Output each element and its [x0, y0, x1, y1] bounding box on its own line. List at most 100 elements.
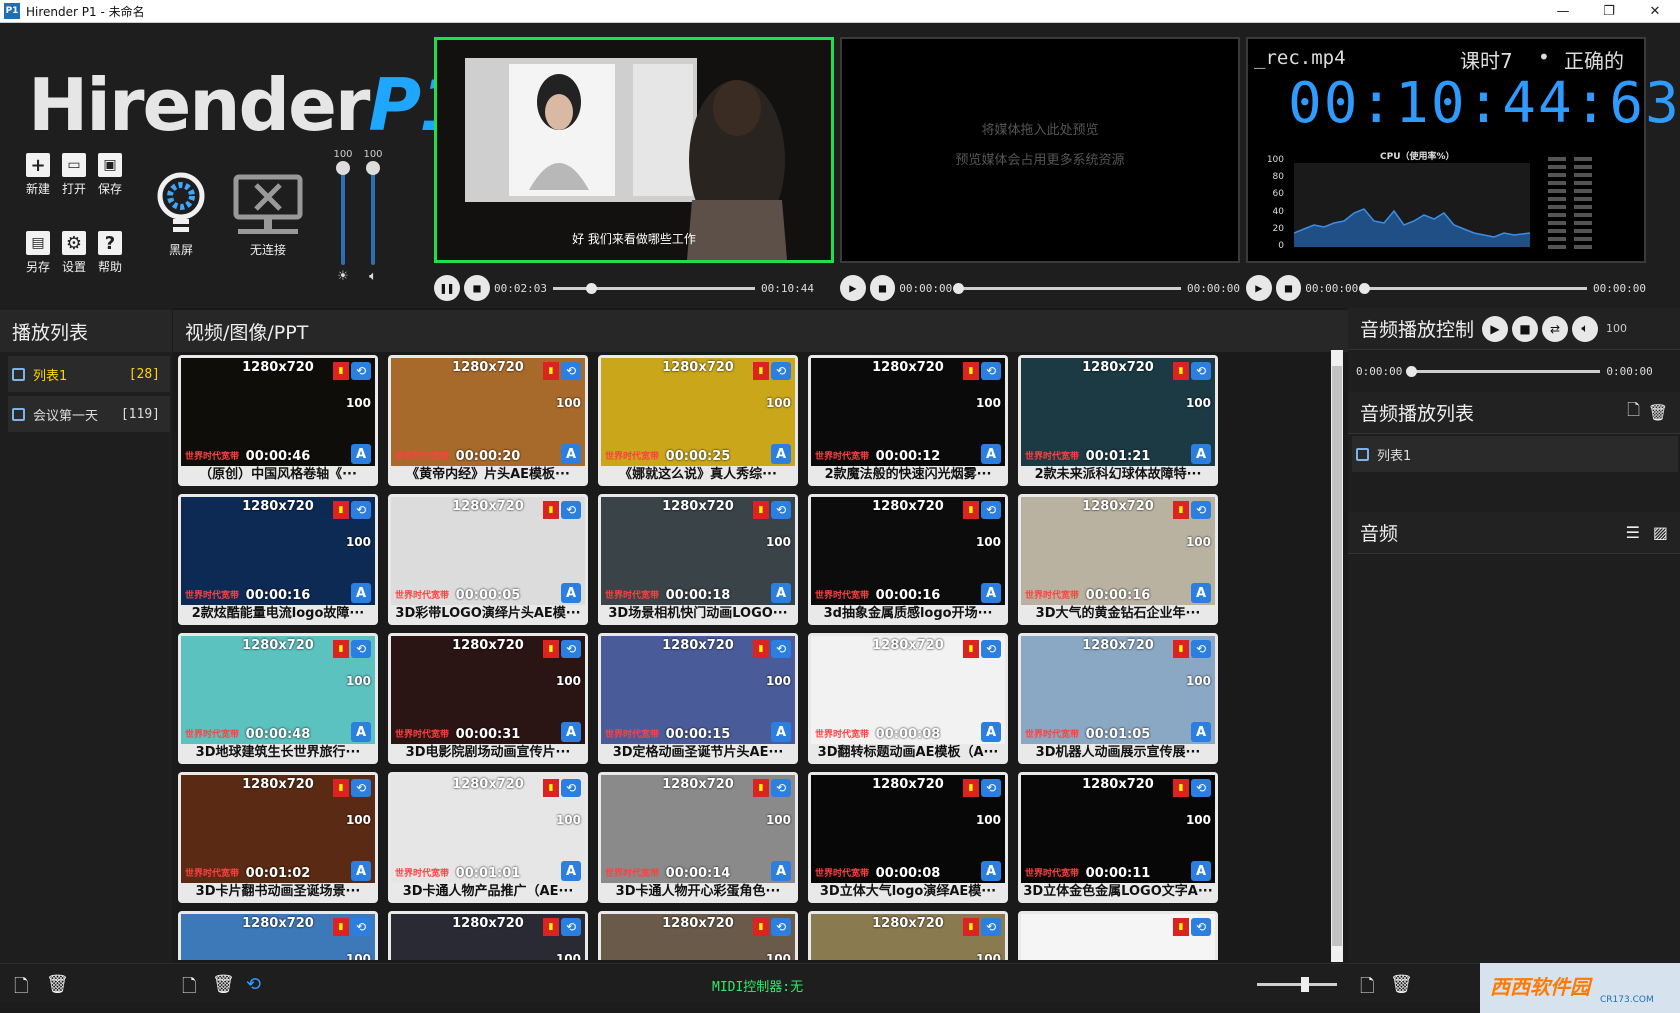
loop-icon[interactable]: ⟲	[771, 501, 791, 519]
output-screen[interactable]: 好 我们来看做哪些工作	[434, 37, 834, 263]
audio-play-button[interactable]: ▶	[1482, 315, 1509, 342]
media-card[interactable]: 1280x720 ▮ ⟲ 100 世界时代宽带 00:00:48 A 3D地球建筑生长世界旅行…	[178, 633, 378, 764]
auto-icon[interactable]: A	[1191, 722, 1211, 742]
media-card[interactable]: 1280x720 ▮ ⟲ 100 世界时代宽带 00:00:20 A 《黄帝内经》片头AE模板…	[388, 355, 588, 486]
auto-icon[interactable]: A	[981, 583, 1001, 603]
scrollbar-thumb[interactable]	[1332, 366, 1342, 946]
volume-slider-knob[interactable]	[366, 161, 380, 175]
loop-icon[interactable]: ⟲	[771, 918, 791, 936]
media-card[interactable]: 1280x720 ▮ ⟲ 100 世界时代宽带 00:00:25 A 《娜就这么说》真人秀综·…	[598, 355, 798, 486]
playlist-item-1[interactable]: 列表1 [28]	[8, 356, 170, 392]
media-card[interactable]: 1280x720 ▮ ⟲ 100 世界时代宽带 00:00:18 A 3D场景相机快门动画LO…	[598, 494, 798, 625]
loop-icon[interactable]: ⟲	[981, 779, 1001, 797]
loop-icon[interactable]: ⟲	[561, 779, 581, 797]
play-button[interactable]: ▶	[1246, 275, 1272, 301]
auto-icon[interactable]: A	[561, 444, 581, 464]
media-card[interactable]: 1280x720 ▮ ⟲ 100 世界时代宽带 00:00:31 A 3D电影院剧场动画宣传片…	[388, 633, 588, 764]
auto-icon[interactable]: A	[771, 861, 791, 881]
trash-icon[interactable]: 🗑	[212, 974, 235, 995]
restore-button[interactable]: ❐	[1586, 0, 1632, 23]
trash-icon[interactable]: 🗑	[46, 974, 69, 995]
auto-icon[interactable]: A	[771, 444, 791, 464]
brightness-slider-knob[interactable]	[336, 161, 350, 175]
audio-loop-button[interactable]: ⇄	[1542, 315, 1569, 342]
output-progress-bar[interactable]	[552, 282, 755, 294]
volume-slider[interactable]: 100 🔈︎	[363, 149, 382, 301]
media-card[interactable]: 1280x720 ▮ ⟲ 100 世界时代宽带 00:00:16 A 2款炫酷能量电流logo…	[178, 494, 378, 625]
zoom-slider[interactable]	[1257, 977, 1337, 992]
auto-icon[interactable]: A	[771, 722, 791, 742]
audio-volume-button[interactable]: 🔈︎	[1572, 315, 1599, 342]
loop-icon[interactable]: ⟲	[981, 918, 1001, 936]
loop-icon[interactable]: ⟲	[561, 918, 581, 936]
auto-icon[interactable]: A	[1191, 444, 1211, 464]
loop-icon[interactable]: ⟲	[351, 501, 371, 519]
media-card[interactable]: 1280x720 ▮ ⟲ 100 世界时代宽带 00:00:08 A 3D立体大气logo演绎…	[808, 772, 1008, 903]
media-card[interactable]: 1280x720 ▮ ⟲ 100 世界时代宽带 00:01:05 A 3D机器人动画展示宣传展…	[1018, 633, 1218, 764]
loop-icon[interactable]: ⟲	[561, 362, 581, 380]
loop-icon[interactable]: ⟲	[981, 362, 1001, 380]
loop-icon[interactable]: ⟲	[1191, 501, 1211, 519]
help-button[interactable]: ? 帮助	[90, 231, 130, 275]
media-card[interactable]: 1280x720 ▮ ⟲ 100 世界时代宽带 00:00:14 A 3D卡通人物开心彩蛋角色…	[598, 772, 798, 903]
trash-icon[interactable]: 🗑	[1648, 403, 1668, 422]
new-button[interactable]: + 新建	[18, 153, 58, 197]
monitor-progress-bar[interactable]	[1359, 282, 1588, 294]
loop-icon[interactable]: ⟲	[1191, 918, 1211, 936]
media-card[interactable]: 1280x720 ▮ ⟲ 100 世界时代宽带 00:00:46 A （原创）中国风格卷轴《·…	[178, 355, 378, 486]
media-card[interactable]: 1280x720 ▮ ⟲ 100 世界时代宽带 00:00:16 A 3d抽象金属质感logo…	[808, 494, 1008, 625]
open-button[interactable]: ▭ 打开	[54, 153, 94, 197]
media-card[interactable]: 1280x720▮⟲100A	[178, 911, 378, 960]
audio-list-item-1[interactable]: 列表1	[1352, 436, 1678, 472]
zoom-slider-knob[interactable]	[1301, 977, 1309, 992]
auto-icon[interactable]: A	[981, 722, 1001, 742]
auto-icon[interactable]: A	[771, 583, 791, 603]
media-card[interactable]: 1280x720 ▮ ⟲ 100 世界时代宽带 00:00:15 A 3D定格动画圣诞节片头A…	[598, 633, 798, 764]
media-card[interactable]: 1280x720 ▮ ⟲ 世界时代宽带 00:00:08 A 3D翻转标题动画AE模板（A·…	[808, 633, 1008, 764]
playlist-item-2[interactable]: 会议第一天 [119]	[8, 396, 170, 432]
media-card[interactable]: 1280x720▮⟲100A	[598, 911, 798, 960]
add-file-icon[interactable]: 🗋	[1627, 399, 1640, 426]
media-card[interactable]: 1280x720 ▮ ⟲ 100 世界时代宽带 00:00:12 A 2款魔法般的快速闪光烟雾…	[808, 355, 1008, 486]
media-card[interactable]: 1280x720 ▮ ⟲ 100 世界时代宽带 00:01:21 A 2款未来派科幻球体故障特…	[1018, 355, 1218, 486]
output-progress-knob[interactable]	[586, 282, 598, 294]
media-card[interactable]: 1280x720 ▮ ⟲ 世界时代宽带 00:00:05 A 3D彩带LOGO演绎片头AE模…	[388, 494, 588, 625]
auto-icon[interactable]: A	[981, 444, 1001, 464]
brightness-slider[interactable]: 100 ☀	[333, 149, 352, 301]
loop-icon[interactable]: ⟲	[351, 918, 371, 936]
stop-button[interactable]: ■	[464, 275, 490, 301]
trash-icon[interactable]: 🗑	[1390, 974, 1413, 995]
save-button[interactable]: ▣ 保存	[90, 153, 130, 197]
pause-button[interactable]: ❚❚	[434, 275, 460, 301]
auto-icon[interactable]: A	[1191, 861, 1211, 881]
media-scrollbar[interactable]	[1331, 350, 1343, 962]
preview-progress-bar[interactable]	[953, 282, 1182, 294]
loop-icon[interactable]: ⟲	[771, 779, 791, 797]
list-view-icon[interactable]: ☰	[1626, 523, 1640, 542]
minimize-button[interactable]: —	[1540, 0, 1586, 23]
loop-icon[interactable]: ⟲	[351, 640, 371, 658]
loop-icon[interactable]: ⟲	[561, 501, 581, 519]
preview-progress-knob[interactable]	[953, 282, 965, 294]
media-card[interactable]: 1280x720▮⟲100A	[808, 911, 1008, 960]
blackscreen-button[interactable]: 黑屏	[156, 171, 206, 258]
loop-icon[interactable]: ⟲	[981, 501, 1001, 519]
sync-icon[interactable]: ⟲	[246, 974, 261, 995]
saveas-button[interactable]: ▤ 另存	[18, 231, 58, 275]
auto-icon[interactable]: A	[561, 583, 581, 603]
loop-icon[interactable]: ⟲	[771, 640, 791, 658]
media-card[interactable]: ▮⟲A	[1018, 911, 1218, 960]
auto-icon[interactable]: A	[351, 861, 371, 881]
connection-button[interactable]: 无连接	[232, 171, 304, 258]
audio-progress-bar[interactable]	[1406, 365, 1601, 377]
auto-icon[interactable]: A	[561, 722, 581, 742]
media-card[interactable]: 1280x720 ▮ ⟲ 100 世界时代宽带 00:00:16 A 3D大气的黄金钻石企业年…	[1018, 494, 1218, 625]
loop-icon[interactable]: ⟲	[351, 362, 371, 380]
loop-icon[interactable]: ⟲	[561, 640, 581, 658]
audio-stop-button[interactable]: ■	[1512, 315, 1539, 342]
play-button[interactable]: ▶	[840, 275, 866, 301]
stop-button[interactable]: ■	[1275, 275, 1302, 301]
image-view-icon[interactable]: ▨	[1653, 523, 1668, 542]
auto-icon[interactable]: A	[351, 583, 371, 603]
loop-icon[interactable]: ⟲	[351, 779, 371, 797]
